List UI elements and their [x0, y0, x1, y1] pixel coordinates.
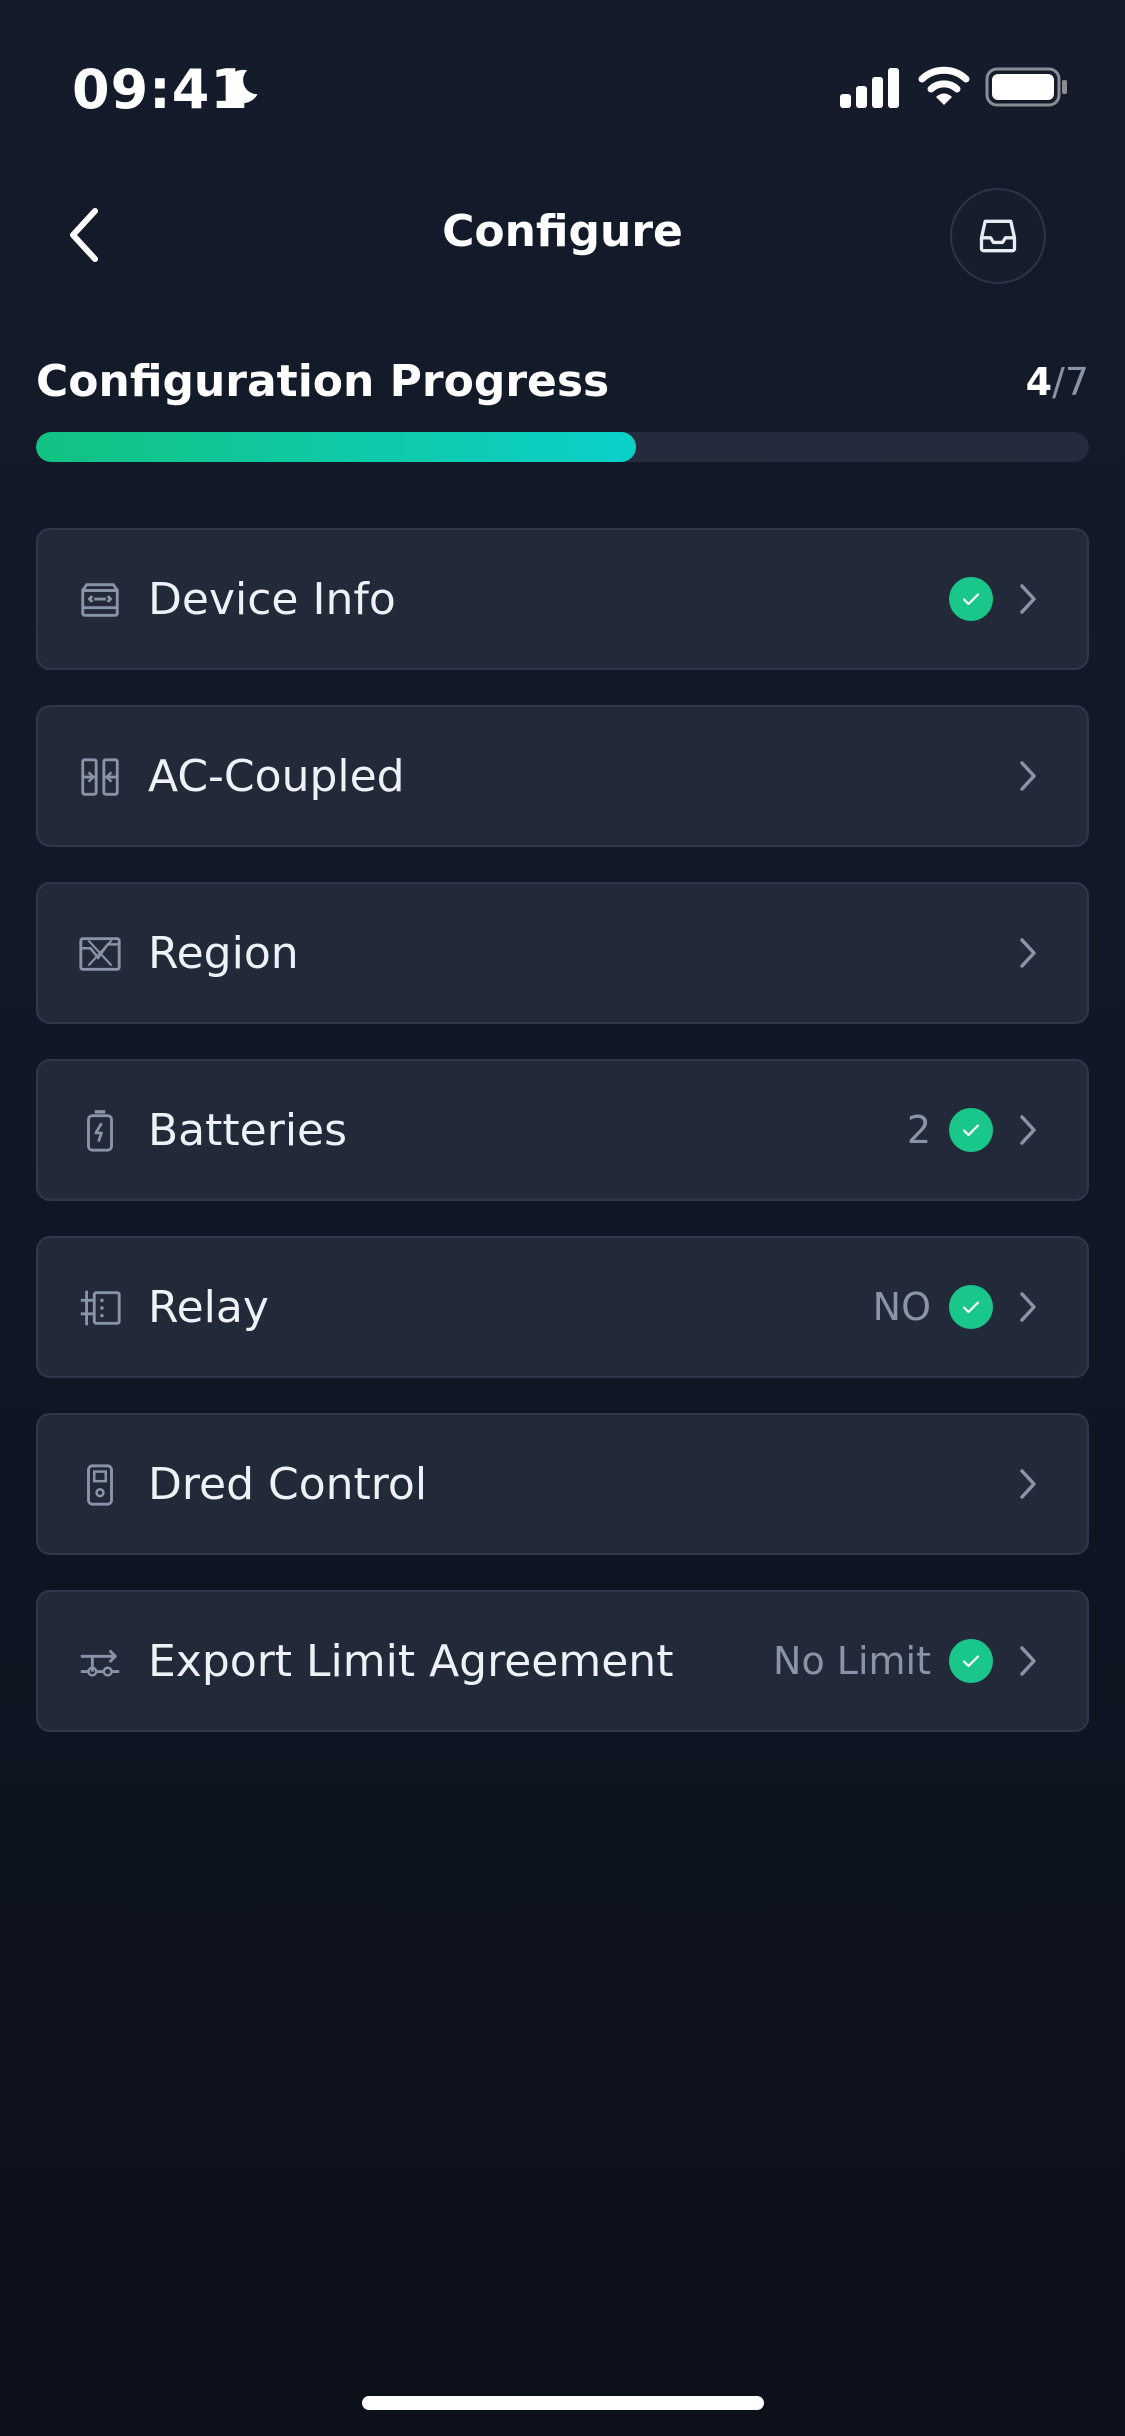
progress-current: 4: [1025, 360, 1053, 404]
item-trailing: [1013, 1415, 1043, 1553]
item-label: Device Info: [148, 574, 396, 625]
list-item-region[interactable]: Region: [36, 882, 1089, 1024]
item-trailing: 2: [907, 1061, 1043, 1199]
chevron-right-icon: [1013, 1110, 1043, 1150]
item-trailing: NO: [873, 1238, 1043, 1376]
wifi-icon: [918, 66, 970, 105]
item-trailing: No Limit: [773, 1592, 1043, 1730]
progress-label: Configuration Progress: [36, 356, 610, 407]
progress-bar: [36, 432, 1089, 462]
list-item-export-limit[interactable]: Export Limit Agreement No Limit: [36, 1590, 1089, 1732]
device-info-icon: [76, 576, 124, 624]
export-limit-icon: [76, 1638, 124, 1686]
moon-icon: [226, 69, 258, 104]
inbox-button[interactable]: [950, 188, 1046, 284]
item-trailing: [949, 530, 1043, 668]
list-item-dred-control[interactable]: Dred Control: [36, 1413, 1089, 1555]
item-value: 2: [906, 1108, 931, 1152]
chevron-right-icon: [1013, 756, 1043, 796]
item-label: Dred Control: [148, 1459, 428, 1510]
config-list: Device Info AC-Coupled Region Batteries …: [36, 528, 1089, 1767]
battery-icon: [985, 67, 1067, 107]
home-indicator[interactable]: [362, 2396, 764, 2410]
list-item-ac-coupled[interactable]: AC-Coupled: [36, 705, 1089, 847]
status-bar: 09:41: [0, 0, 1125, 130]
region-map-icon: [76, 930, 124, 978]
progress-header: Configuration Progress 4/7: [36, 352, 1089, 412]
progress-total: /7: [1052, 360, 1089, 404]
item-label: Batteries: [148, 1105, 348, 1156]
item-trailing: [1013, 707, 1043, 845]
item-label: Relay: [148, 1282, 269, 1333]
chevron-right-icon: [1013, 933, 1043, 973]
chevron-right-icon: [1013, 1464, 1043, 1504]
check-circle-icon: [949, 1639, 993, 1683]
battery-charge-icon: [76, 1107, 124, 1155]
item-label: AC-Coupled: [148, 751, 405, 802]
configure-screen: 09:41 Configure Configuration Progress 4…: [0, 0, 1125, 2436]
nav-bar: Configure: [0, 170, 1125, 300]
item-label: Region: [148, 928, 299, 979]
check-circle-icon: [949, 577, 993, 621]
check-circle-icon: [949, 1108, 993, 1152]
item-value: No Limit: [773, 1639, 931, 1683]
item-value: NO: [872, 1285, 931, 1329]
progress-fill: [36, 432, 637, 462]
inbox-icon: [979, 219, 1017, 253]
list-item-relay[interactable]: Relay NO: [36, 1236, 1089, 1378]
item-trailing: [1013, 884, 1043, 1022]
cellular-signal-icon: [840, 68, 899, 108]
list-item-batteries[interactable]: Batteries 2: [36, 1059, 1089, 1201]
chevron-right-icon: [1013, 1287, 1043, 1327]
progress-count: 4/7: [1026, 360, 1089, 404]
ac-coupled-icon: [76, 753, 124, 801]
item-label: Export Limit Agreement: [148, 1636, 674, 1687]
chevron-right-icon: [1013, 1641, 1043, 1681]
chevron-right-icon: [1013, 579, 1043, 619]
list-item-device-info[interactable]: Device Info: [36, 528, 1089, 670]
dred-control-icon: [76, 1461, 124, 1509]
check-circle-icon: [949, 1285, 993, 1329]
relay-icon: [76, 1284, 124, 1332]
